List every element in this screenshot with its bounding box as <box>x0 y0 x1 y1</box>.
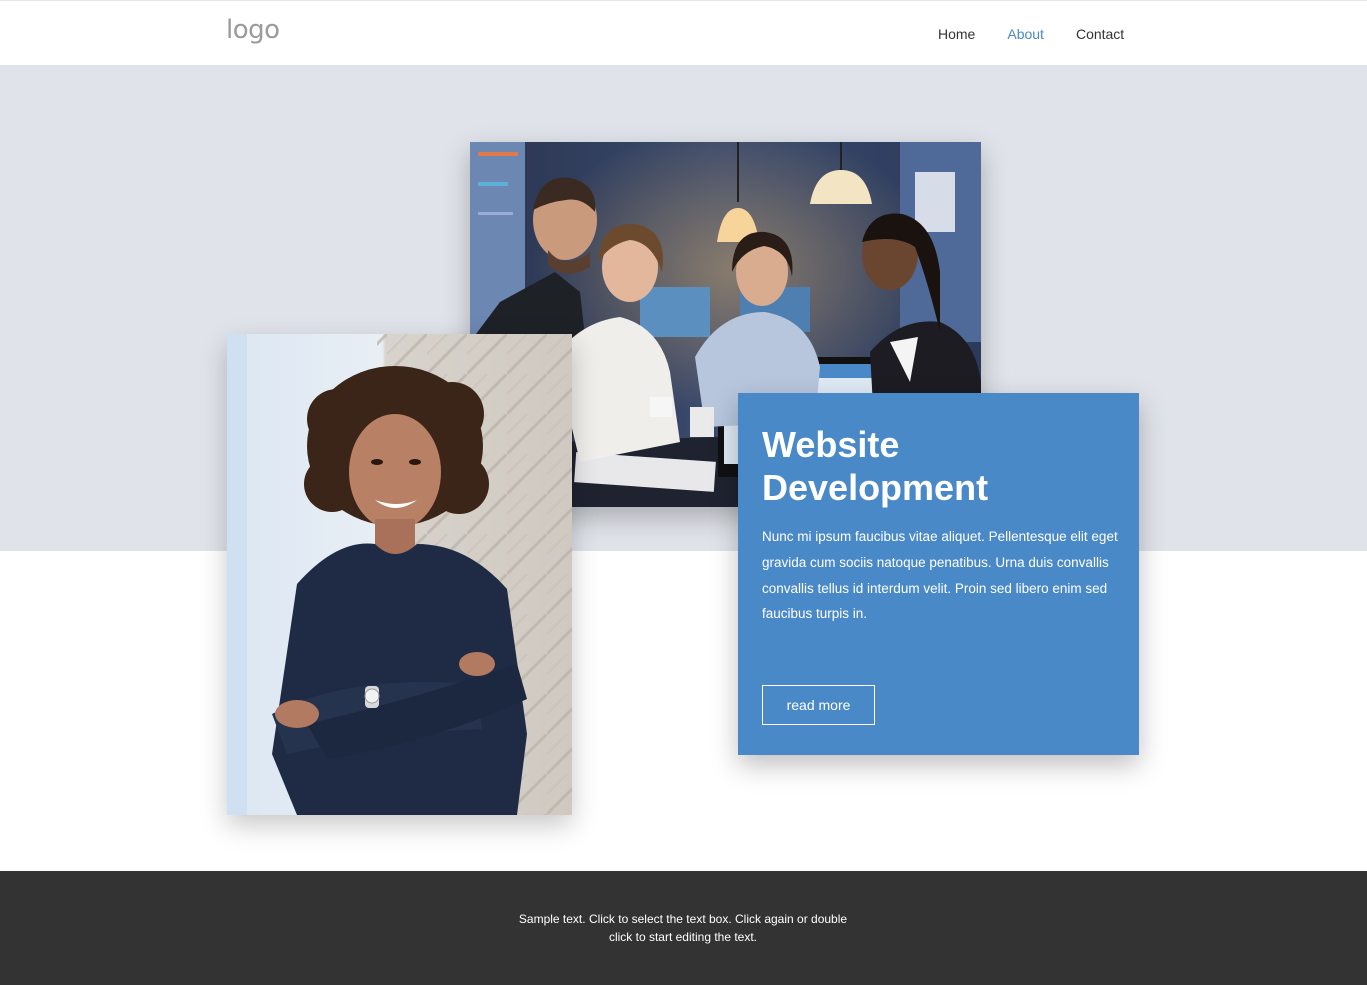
page: logo Home About Contact Website Developm… <box>0 0 1367 985</box>
read-more-button[interactable]: read more <box>762 685 875 725</box>
nav-home-link[interactable]: Home <box>938 26 975 42</box>
site-header: logo Home About Contact <box>0 0 1367 65</box>
nav-contact-link[interactable]: Contact <box>1076 26 1124 42</box>
service-card: Website Development Nunc mi ipsum faucib… <box>738 393 1139 755</box>
logo[interactable]: logo <box>226 15 280 45</box>
main-nav: Home About Contact <box>938 26 1156 42</box>
footer-text[interactable]: Sample text. Click to select the text bo… <box>513 910 853 946</box>
card-title-line2: Development <box>762 467 989 508</box>
card-description: Nunc mi ipsum faucibus vitae aliquet. Pe… <box>762 529 1118 622</box>
card-title-line1: Website <box>762 424 900 465</box>
site-footer: Sample text. Click to select the text bo… <box>0 871 1367 985</box>
card-title: Website Development <box>762 423 1122 509</box>
portrait-photo <box>227 334 572 815</box>
nav-about-link[interactable]: About <box>1007 26 1044 42</box>
